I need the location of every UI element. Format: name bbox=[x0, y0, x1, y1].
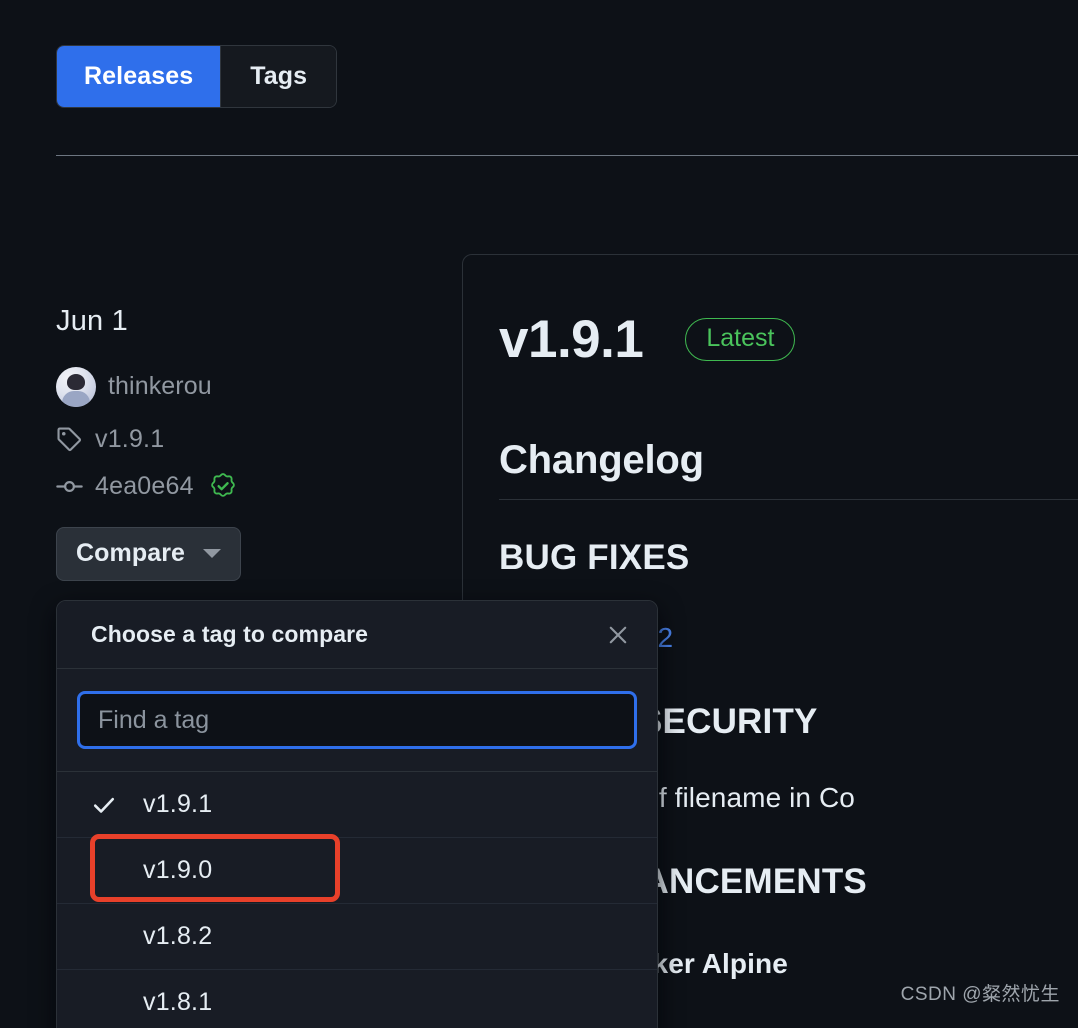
release-commit-sha: 4ea0e64 bbox=[95, 471, 194, 500]
choose-tag-dialog: Choose a tag to compare v1.9.1 bbox=[56, 600, 658, 1028]
tag-list-item-label: v1.9.1 bbox=[143, 790, 213, 818]
tag-list-item-3[interactable]: v1.8.1 bbox=[57, 970, 657, 1028]
tab-tags[interactable]: Tags bbox=[221, 46, 337, 107]
release-tag-row[interactable]: v1.9.1 bbox=[56, 425, 436, 454]
tag-list-item-label: v1.8.1 bbox=[143, 988, 213, 1016]
section-heading-bug-fixes: BUG FIXES bbox=[499, 538, 690, 577]
watermark: CSDN @粲然忧生 bbox=[900, 984, 1060, 1005]
tag-list-item-1[interactable]: v1.9.0 bbox=[57, 838, 657, 904]
author-name: thinkerou bbox=[108, 372, 212, 401]
tag-list: v1.9.1 v1.9.0 v1.8.2 v1.8.1 bbox=[57, 772, 657, 1028]
dialog-title: Choose a tag to compare bbox=[91, 621, 369, 647]
check-icon bbox=[91, 792, 117, 818]
release-author[interactable]: thinkerou bbox=[56, 366, 436, 407]
verified-commit-icon bbox=[210, 473, 236, 499]
changelog-heading: Changelog bbox=[499, 438, 704, 482]
section-heading-security: SECURITY bbox=[639, 702, 818, 741]
tag-search-input[interactable] bbox=[77, 691, 637, 749]
release-version-row: v1.9.1 Latest bbox=[499, 313, 1078, 366]
release-version-title: v1.9.1 bbox=[499, 310, 644, 369]
compare-button[interactable]: Compare bbox=[56, 526, 242, 581]
tag-icon bbox=[56, 426, 83, 453]
release-commit-row[interactable]: 4ea0e64 bbox=[56, 472, 436, 501]
chevron-down-icon bbox=[203, 548, 222, 558]
changelog-rule bbox=[499, 499, 1078, 500]
releases-page: Releases Tags Jun 1 thinkerou v1.9.1 4ea… bbox=[0, 0, 1078, 1028]
release-tag-name: v1.9.1 bbox=[95, 424, 165, 453]
release-meta-column: Jun 1 thinkerou v1.9.1 4ea0e64 Compare bbox=[56, 304, 436, 581]
tab-releases[interactable]: Releases bbox=[57, 46, 222, 107]
tag-list-item-0[interactable]: v1.9.1 bbox=[57, 772, 657, 838]
header-divider bbox=[56, 155, 1078, 156]
releases-tags-tab-group: Releases Tags bbox=[56, 45, 338, 108]
dialog-filter-area bbox=[57, 669, 657, 772]
latest-badge: Latest bbox=[685, 318, 796, 361]
tag-list-item-label: v1.9.0 bbox=[143, 856, 213, 884]
compare-button-label: Compare bbox=[76, 538, 186, 567]
dialog-header: Choose a tag to compare bbox=[57, 601, 657, 669]
tag-list-item-label: v1.8.2 bbox=[143, 922, 213, 950]
avatar bbox=[56, 366, 96, 407]
close-icon[interactable] bbox=[601, 618, 635, 652]
tag-list-item-2[interactable]: v1.8.2 bbox=[57, 904, 657, 970]
commit-icon bbox=[56, 473, 83, 500]
release-date: Jun 1 bbox=[56, 305, 128, 337]
